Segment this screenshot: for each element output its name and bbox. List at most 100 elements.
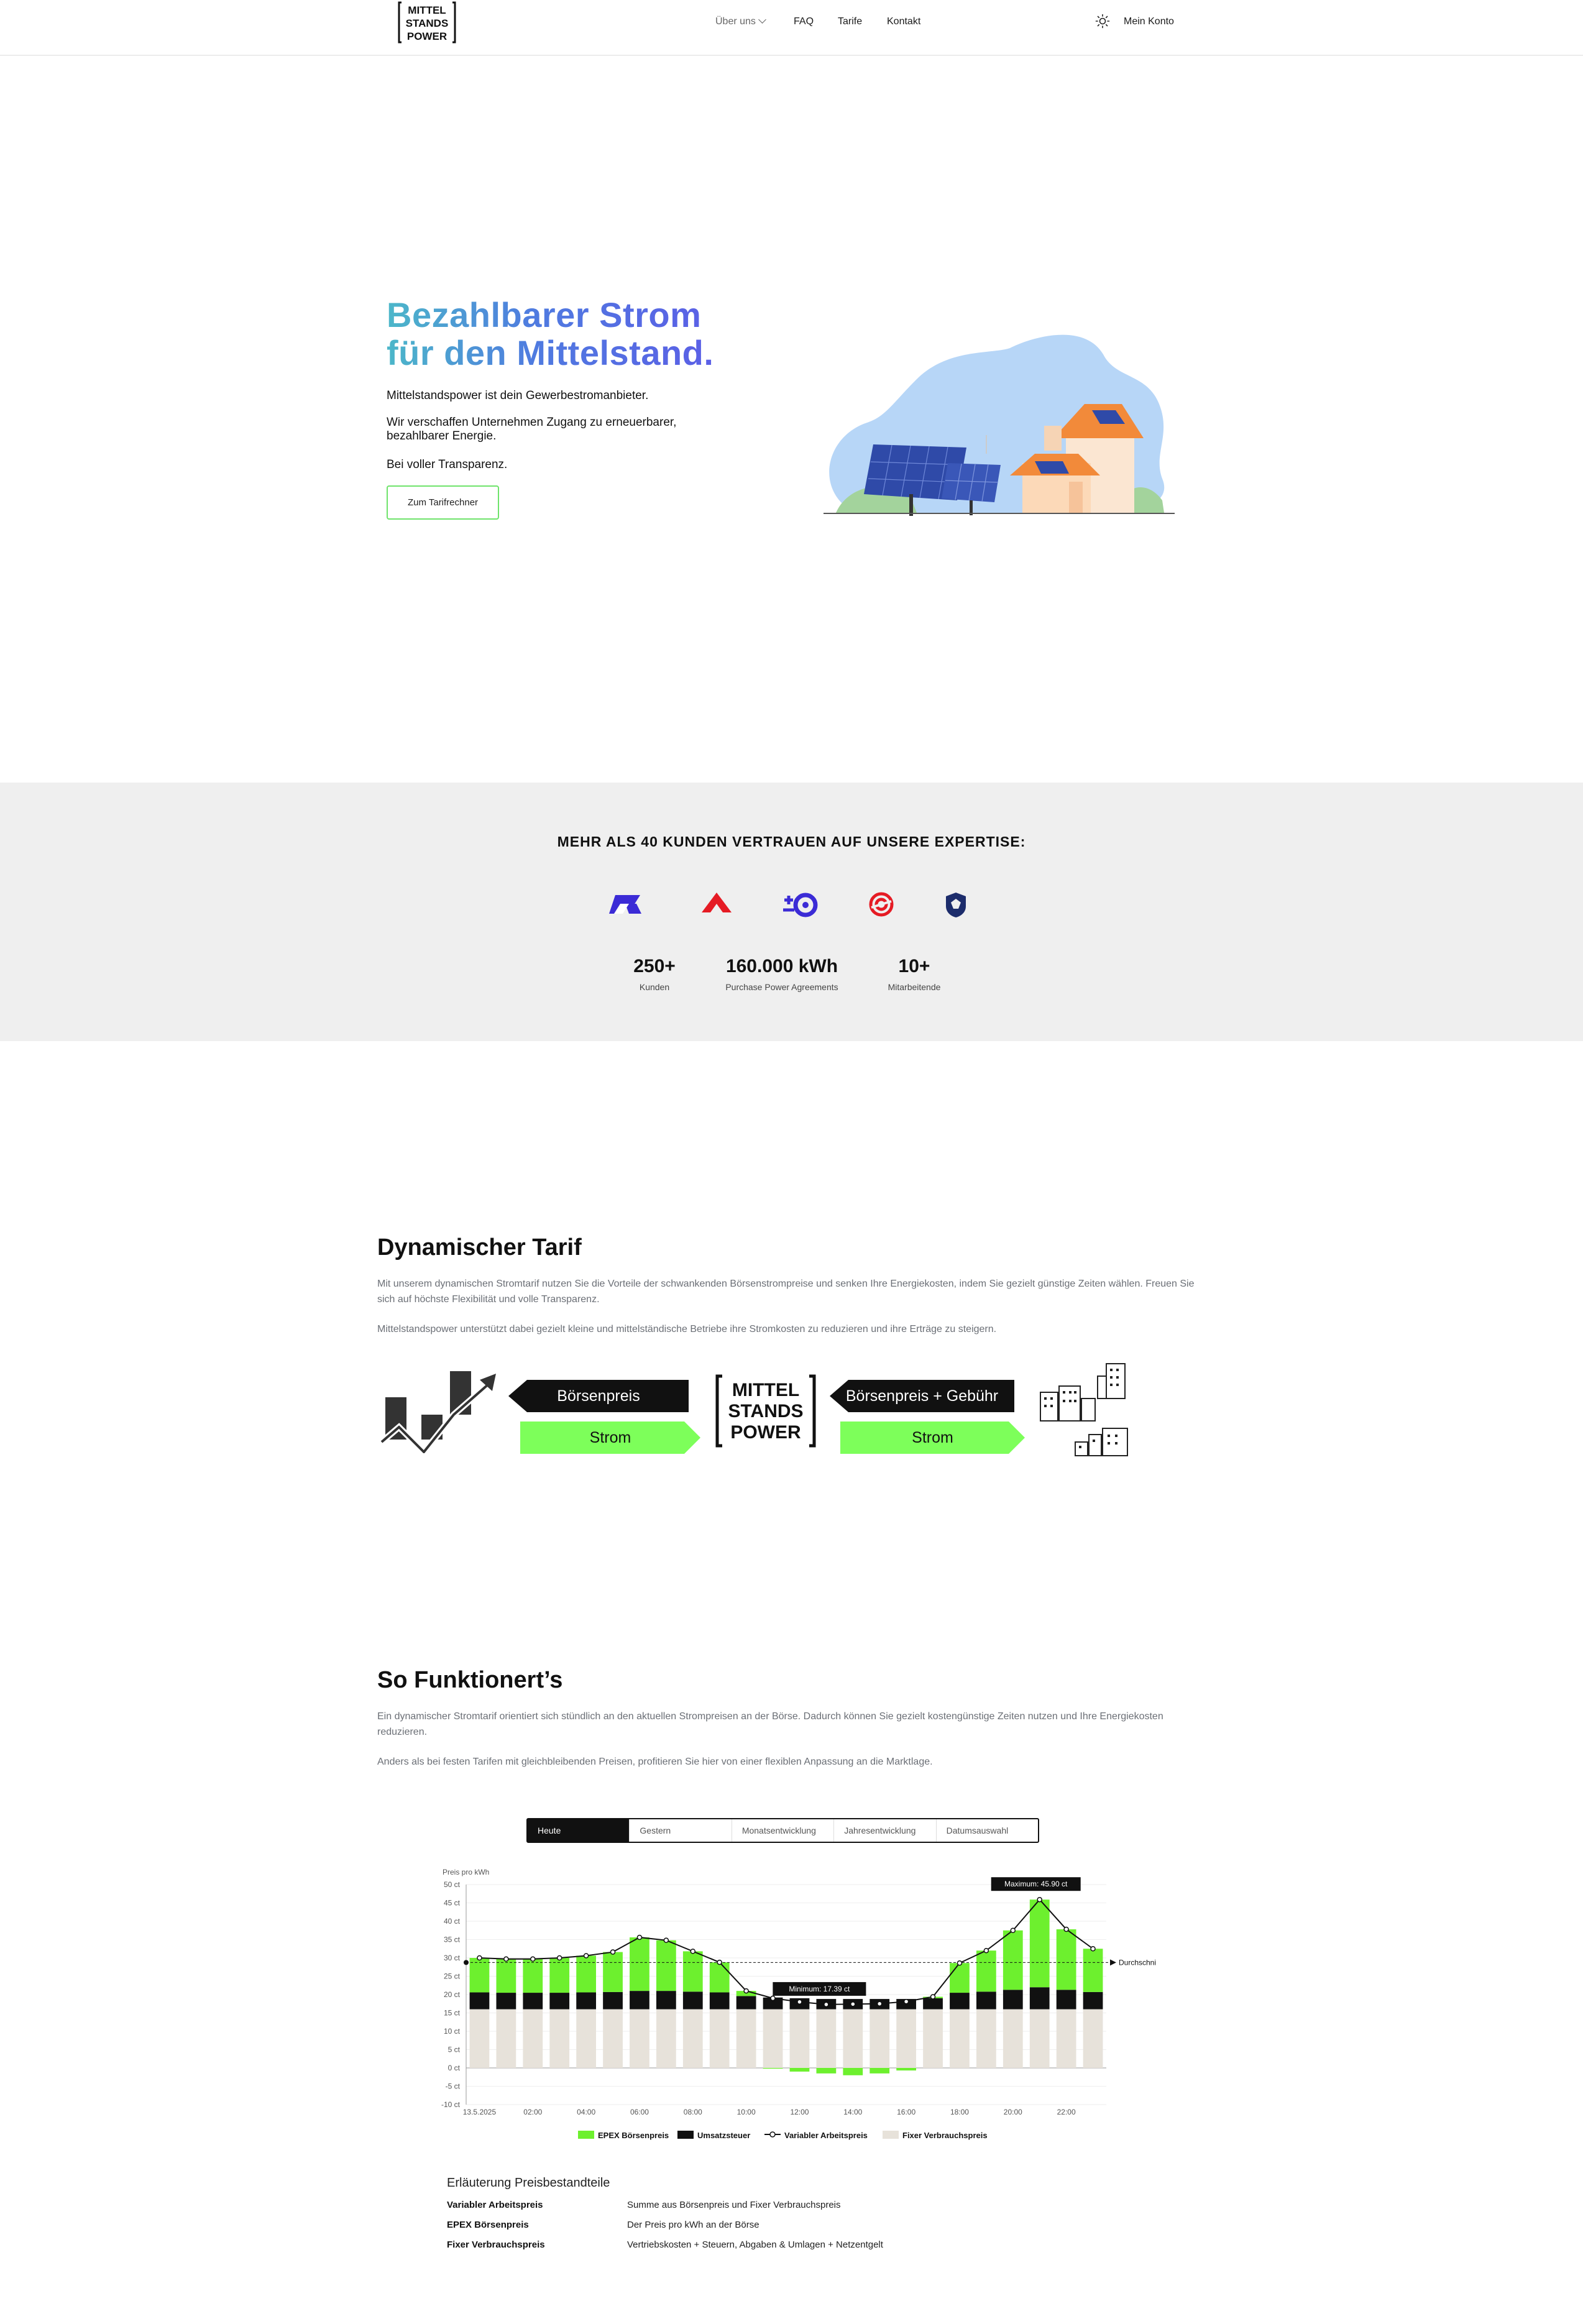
bar-epex-price [682,1951,703,1992]
bar-vat [523,1993,543,2009]
y-tick-label: 35 ct [444,1936,461,1944]
bar-vat [976,1991,996,2009]
explanation-value: Vertriebskosten + Steuern, Abgaben & Uml… [627,2239,883,2250]
variable-price-point [663,1937,669,1943]
variable-price-point [770,1995,776,2001]
bar-fixed-price [656,2009,676,2068]
client-logo-3 [783,893,818,917]
bar-epex-price [656,1940,676,1991]
bar-fixed-price [763,2009,783,2068]
bar-vat [496,1993,516,2009]
y-tick-label: 0 ct [448,2064,461,2072]
nav-about-label: Über uns [715,16,756,27]
variable-price-point [876,2001,883,2006]
brand-logo[interactable]: MITTEL STANDS POWER [398,0,456,45]
bar-fixed-price [549,2009,570,2068]
stat-ppa-label: Purchase Power Agreements [725,982,838,992]
bar-epex-price [1056,1929,1076,1990]
stat-ppa-value: 160.000 kWh [725,956,838,976]
variable-price-point [690,1949,696,1954]
bar-fixed-price [976,2009,996,2068]
explanation-key: Fixer Verbrauchspreis [447,2239,545,2250]
bar-vat [630,1991,649,2009]
bar-epex-price [870,2068,890,2074]
bar-fixed-price [950,2009,970,2068]
bar-fixed-price [682,2009,703,2068]
bar-epex-price [709,1962,730,1993]
bar-epex-price [603,1952,623,1992]
market-chart-icon [380,1371,496,1453]
y-tick-label: 40 ct [444,1917,461,1926]
average-arrow [1110,1959,1116,1966]
stat-employees: 10+ Mitarbeitende [877,956,952,992]
tariff-calculator-button[interactable]: Zum Tarifrechner [387,485,499,520]
bar-epex-price [1083,1949,1103,1992]
bar-fixed-price [843,2009,863,2068]
bar-epex-price [950,1963,970,1993]
price-plus-fee-arrow: Börsenpreis + Gebühr [830,1380,1014,1412]
tariff-flow-diagram: Börsenpreis Strom MITTEL STANDS POWER Bö… [373,1361,1181,1467]
legend-label: EPEX Börsenpreis [598,2131,669,2140]
bar-vat [1029,1987,1050,2009]
legend-label: Variabler Arbeitspreis [784,2131,868,2140]
variable-price-point [610,1949,616,1955]
variable-price-point [556,1955,562,1961]
hero-text-1: Mittelstandspower ist dein Gewerbestroma… [387,389,649,402]
bar-vat [736,1996,756,2009]
variable-price-point [743,1988,749,1994]
x-tick-label: 16:00 [897,2108,915,2116]
variable-price-point [850,2001,856,2007]
hero-title: Bezahlbarer Strom für den Mittelstand. [387,296,713,372]
account-link[interactable]: Mein Konto [1124,16,1174,27]
tab-datumsauswahl[interactable]: Datumsauswahl [937,1819,1038,1842]
tab-heute[interactable]: Heute [528,1819,630,1842]
client-logo-1 [609,895,641,914]
x-tick-label: 10:00 [737,2108,756,2116]
bar-epex-price [630,1937,649,1991]
variable-price-point [583,1953,589,1959]
y-tick-label: 10 ct [444,2027,461,2036]
hero-title-line-2: für den Mittelstand. [387,333,714,372]
bar-fixed-price [870,2009,890,2068]
tab-gestern[interactable]: Gestern [630,1819,732,1842]
variable-price-point [930,1994,936,2000]
nav-tarife[interactable]: Tarife [838,16,862,27]
y-tick-label: -5 ct [446,2082,461,2091]
legend-swatch [677,2131,694,2139]
variable-price-point [717,1959,722,1965]
bar-vat [1083,1991,1103,2009]
bar-vat [603,1991,623,2009]
nav-kontakt[interactable]: Kontakt [887,16,920,27]
bar-fixed-price [816,2009,837,2068]
variable-price-point [530,1956,536,1962]
bar-epex-price [469,1958,490,1993]
nav-faq[interactable]: FAQ [794,16,814,27]
stat-employees-label: Mitarbeitende [888,982,941,992]
variable-price-point [903,1998,909,2005]
y-tick-label: 15 ct [444,2009,461,2018]
client-logo-4 [869,892,894,917]
bar-epex-price [789,2068,810,2072]
legend-marker [769,2131,776,2138]
x-tick-label: 12:00 [790,2108,809,2116]
explanation-title: Erläuterung Preisbestandteile [447,2176,610,2190]
tab-monatsentwicklung[interactable]: Monatsentwicklung [732,1819,835,1842]
variable-price-point [983,1947,989,1954]
nav-about[interactable]: Über uns [715,16,766,27]
x-tick-label: 18:00 [950,2108,969,2116]
svg-text:POWER: POWER [730,1422,801,1443]
average-marker-start [464,1960,469,1965]
bar-epex-price [843,2068,863,2075]
businesses-buildings-icon [1040,1363,1128,1456]
bar-fixed-price [736,2009,756,2068]
bar-vat [469,1992,490,2009]
chart-period-tabs: Heute Gestern Monatsentwicklung Jahresen… [526,1818,1039,1843]
svg-text:MITTEL: MITTEL [732,1380,799,1400]
variable-price-point [1010,1927,1016,1933]
trust-title: MEHR ALS 40 KUNDEN VERTRAUEN AUF UNSERE … [557,834,1026,850]
bar-vat [549,1993,570,2009]
sun-icon[interactable] [1095,14,1110,29]
variable-price-point [477,1955,482,1961]
tab-jahresentwicklung[interactable]: Jahresentwicklung [834,1819,937,1842]
bar-epex-price [1029,1899,1050,1988]
